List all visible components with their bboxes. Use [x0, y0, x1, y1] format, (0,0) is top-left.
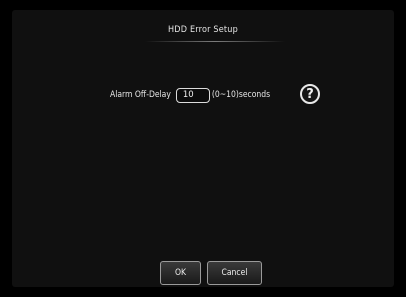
cancel-button[interactable]: Cancel: [207, 261, 262, 285]
dialog-title: HDD Error Setup: [168, 25, 238, 35]
question-mark-icon: ?: [306, 86, 314, 102]
alarm-off-delay-input[interactable]: [175, 87, 210, 103]
ok-button[interactable]: OK: [160, 261, 201, 285]
hdd-error-setup-dialog: HDD Error Setup: [12, 10, 394, 287]
screen: HDD Error Setup Alarm Off-Delay (0~10)se…: [0, 0, 406, 297]
alarm-off-delay-row: Alarm Off-Delay (0~10)seconds: [110, 84, 270, 106]
title-divider: [145, 41, 285, 42]
alarm-off-delay-range-hint: (0~10)seconds: [211, 90, 271, 100]
help-button[interactable]: ?: [300, 84, 320, 104]
alarm-off-delay-label: Alarm Off-Delay: [110, 90, 171, 100]
